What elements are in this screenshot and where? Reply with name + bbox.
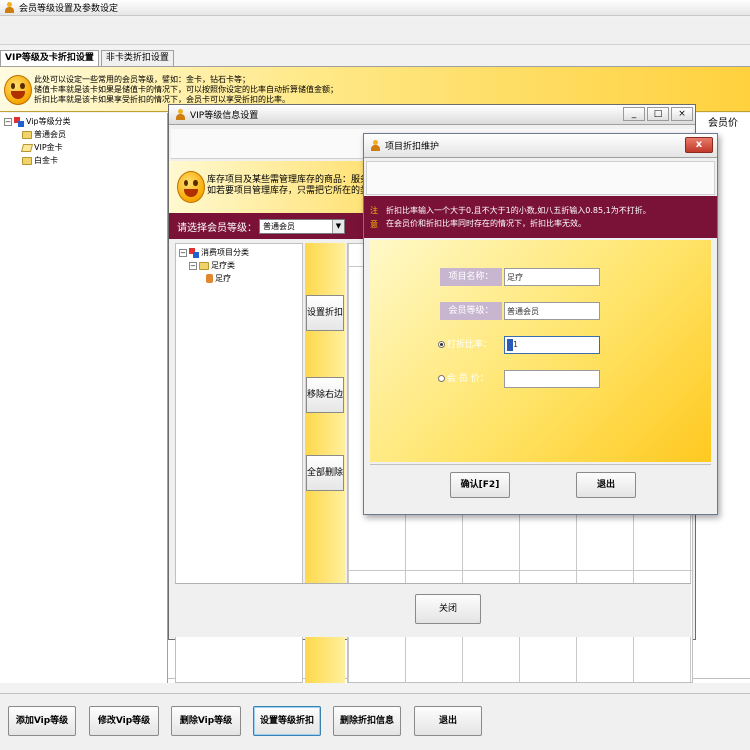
main-exit-button[interactable]: 退出 [414, 706, 482, 736]
main-window-title: 会员等级设置及参数设定 [19, 4, 119, 14]
vip-window-title-bar: VIP等级信息设置 _ □ × [169, 105, 695, 125]
main-title-bar: 会员等级设置及参数设定 [0, 0, 750, 16]
discount-ratio-field[interactable]: 1 [504, 336, 600, 354]
tree-item-label: VIP金卡 [34, 143, 63, 152]
tree-item-label: 白金卡 [34, 156, 58, 165]
minimize-icon[interactable]: _ [623, 107, 645, 121]
set-level-discount-button[interactable]: 设置等级折扣 [253, 706, 321, 736]
vip-level-selected: 普通会员 [263, 221, 295, 231]
smiley-icon [177, 171, 205, 203]
delete-all-button[interactable]: 全部删除 [306, 455, 344, 491]
tree-item-foot-therapy[interactable]: 足疗 [206, 273, 231, 284]
folder-icon [199, 261, 209, 270]
close-button[interactable]: 关闭 [415, 594, 481, 624]
column-header-member-price: 会员价 [708, 118, 738, 129]
item-discount-dialog: 项目折扣维护 x 注 意 折扣比率输入一个大于0,且不大于1的小数,如八五折输入… [363, 133, 718, 515]
discount-ratio-radio[interactable]: 打折比率： [438, 336, 500, 354]
tree-root-consumption-categories[interactable]: − 消费项目分类 [179, 247, 249, 258]
note-line: 在会员价和折扣比率同时存在的情况下，折扣比率无效。 [386, 219, 586, 228]
app-person-icon [4, 2, 15, 13]
note-line: 折扣比率输入一个大于0,且不大于1的小数,如八五折输入0.85,1为不打折。 [386, 206, 651, 215]
vip-level-dropdown[interactable]: 普通会员 ▼ [259, 218, 345, 234]
tree-item-platinum[interactable]: 白金卡 [22, 155, 58, 166]
close-icon[interactable]: × [671, 107, 693, 121]
tab-vip-level-discount[interactable]: VIP等级及卡折扣设置 [0, 50, 99, 66]
item-icon [206, 274, 213, 283]
main-banner-line: 储值卡率就是该卡如果是储值卡的情况下，可以按照你设定的比率自动折算储值金额； [34, 85, 338, 94]
discount-ratio-value: 1 [513, 340, 519, 349]
tree-item-label: 足疗 [215, 274, 231, 283]
dialog-form: 项目名称： 会员等级： 打折比率： 1 会 员 价： [370, 240, 711, 462]
tree-item-vip-gold[interactable]: VIP金卡 [20, 142, 63, 153]
remove-right-button[interactable]: 移除右边 [306, 377, 344, 413]
category-icon [14, 116, 24, 127]
grid-footer-line [348, 570, 692, 571]
tab-non-card-discount[interactable]: 非卡类折扣设置 [100, 50, 174, 66]
tree-root-vip-levels[interactable]: − Vip等级分类 [4, 116, 71, 127]
dialog-footer: 确认[F2] 退出 [370, 464, 711, 510]
dialog-toolbar [366, 161, 715, 195]
vip-level-tree: − Vip等级分类 普通会员 VIP金卡 白金卡 [0, 113, 168, 683]
dialog-title-bar: 项目折扣维护 x [364, 134, 717, 158]
main-tab-strip: VIP等级及卡折扣设置 非卡类折扣设置 [0, 50, 176, 66]
tree-root-label: Vip等级分类 [26, 117, 71, 126]
app-person-icon [370, 140, 381, 151]
main-toolbar [0, 17, 750, 45]
delete-vip-level-button[interactable]: 删除Vip等级 [171, 706, 241, 736]
member-level-field[interactable] [504, 302, 600, 320]
note-mark-char: 意 [370, 220, 378, 229]
collapse-icon[interactable]: − [179, 248, 187, 257]
tree-item-label: 足疗类 [211, 261, 235, 270]
vip-footer: 关闭 [175, 583, 691, 637]
add-vip-level-button[interactable]: 添加Vip等级 [8, 706, 76, 736]
folder-icon [22, 130, 32, 139]
main-bottom-bar: 添加Vip等级 修改Vip等级 删除Vip等级 设置等级折扣 删除折扣信息 退出 [0, 693, 750, 750]
confirm-button[interactable]: 确认[F2] [450, 472, 510, 498]
maximize-icon[interactable]: □ [647, 107, 669, 121]
item-name-label: 项目名称： [440, 268, 502, 286]
vip-level-label: 请选择会员等级： [177, 222, 257, 234]
discount-ratio-label: 打折比率： [447, 340, 493, 350]
dialog-note-banner: 注 意 折扣比率输入一个大于0,且不大于1的小数,如八五折输入0.85,1为不打… [364, 196, 717, 238]
item-name-field[interactable] [504, 268, 600, 286]
delete-discount-info-button[interactable]: 删除折扣信息 [333, 706, 401, 736]
member-level-label: 会员等级： [440, 302, 502, 320]
dialog-exit-button[interactable]: 退出 [576, 472, 636, 498]
main-banner-line: 此处可以设定一些常用的会员等级，譬如：金卡，钻石卡等； [34, 75, 250, 84]
tree-item-regular-member[interactable]: 普通会员 [22, 129, 66, 140]
vip-window-title: VIP等级信息设置 [190, 111, 259, 121]
note-mark-char: 注 [370, 206, 378, 215]
close-icon[interactable]: x [685, 137, 713, 153]
smiley-icon [4, 75, 32, 105]
member-price-radio[interactable]: 会 员 价： [438, 370, 500, 388]
member-price-field[interactable] [504, 370, 600, 388]
member-price-label: 会 员 价： [447, 374, 489, 384]
radio-unchecked-icon[interactable] [438, 375, 445, 382]
tree-item-label: 普通会员 [34, 130, 66, 139]
dialog-title: 项目折扣维护 [385, 142, 440, 152]
main-banner-text: 此处可以设定一些常用的会员等级，譬如：金卡，钻石卡等； 储值卡率就是该卡如果是储… [34, 75, 338, 105]
category-icon [189, 247, 199, 258]
collapse-icon[interactable]: − [4, 117, 12, 126]
app-person-icon [175, 109, 186, 120]
folder-open-icon [20, 143, 34, 152]
collapse-icon[interactable]: − [189, 261, 197, 270]
note-text: 折扣比率输入一个大于0,且不大于1的小数,如八五折输入0.85,1为不打折。 在… [386, 204, 651, 230]
chevron-down-icon[interactable]: ▼ [332, 219, 344, 233]
note-marker: 注 意 [370, 204, 380, 232]
tree-root-label: 消费项目分类 [201, 248, 249, 257]
radio-checked-icon[interactable] [438, 341, 445, 348]
tree-item-foot-therapy-category[interactable]: − 足疗类 [189, 260, 235, 271]
edit-vip-level-button[interactable]: 修改Vip等级 [89, 706, 159, 736]
set-discount-button[interactable]: 设置折扣 [306, 295, 344, 331]
folder-icon [22, 156, 32, 165]
